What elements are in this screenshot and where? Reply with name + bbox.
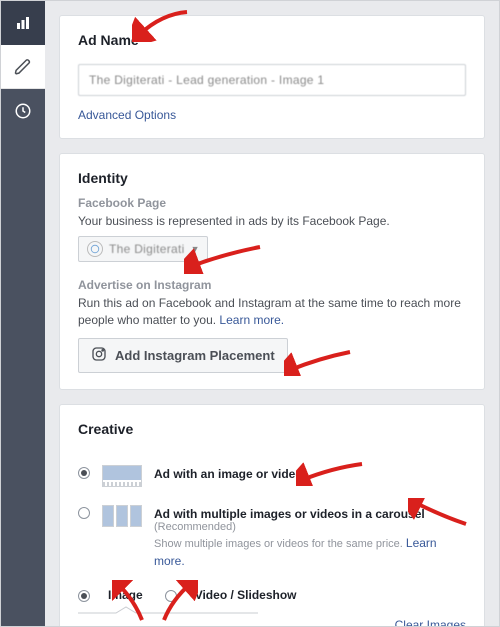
instagram-desc: Run this ad on Facebook and Instagram at… bbox=[78, 295, 466, 329]
chevron-down-icon: ▼ bbox=[191, 244, 200, 254]
facebook-page-selector[interactable]: The Digiterati ▼ bbox=[78, 236, 208, 262]
media-tab-image-label[interactable]: Image bbox=[108, 588, 143, 602]
page-avatar-icon bbox=[87, 241, 103, 257]
thumb-carousel-icon bbox=[102, 505, 142, 527]
carousel-desc: Show multiple images or videos for the s… bbox=[154, 535, 466, 570]
creative-title: Creative bbox=[78, 421, 466, 437]
radio-video-tab[interactable] bbox=[165, 590, 177, 602]
creative-option-carousel-row[interactable]: Ad with multiple images or videos in a c… bbox=[78, 497, 466, 580]
ad-name-input[interactable] bbox=[78, 64, 466, 96]
main-column: Ad Name Advanced Options Identity Facebo… bbox=[45, 1, 499, 626]
creative-option-single-row[interactable]: Ad with an image or video bbox=[78, 457, 466, 497]
media-tab-video-label[interactable]: Video / Slideshow bbox=[195, 588, 297, 602]
identity-card: Identity Facebook Page Your business is … bbox=[59, 153, 485, 390]
ad-editor-frame: Ad Name Advanced Options Identity Facebo… bbox=[0, 0, 500, 627]
instagram-heading: Advertise on Instagram bbox=[78, 278, 466, 292]
page-selector-label: The Digiterati bbox=[109, 242, 185, 256]
creative-card: Creative Ad with an image or video Ad wi… bbox=[59, 404, 485, 626]
clear-images-link[interactable]: Clear Images bbox=[395, 618, 466, 626]
instagram-icon bbox=[91, 346, 107, 365]
thumb-single-icon bbox=[102, 465, 142, 487]
radio-carousel[interactable] bbox=[78, 507, 90, 519]
advanced-options-link[interactable]: Advanced Options bbox=[78, 108, 176, 122]
radio-image-tab[interactable] bbox=[78, 590, 90, 602]
facebook-page-heading: Facebook Page bbox=[78, 196, 466, 210]
creative-option-carousel-label: Ad with multiple images or videos in a c… bbox=[154, 507, 466, 533]
creative-option-single-label: Ad with an image or video bbox=[154, 467, 303, 481]
nav-performance[interactable] bbox=[1, 1, 45, 45]
bar-chart-icon bbox=[14, 14, 32, 32]
media-type-tabs: Image Video / Slideshow bbox=[78, 588, 466, 602]
nav-history[interactable] bbox=[1, 89, 45, 133]
nav-edit[interactable] bbox=[1, 45, 45, 89]
tab-indicator bbox=[78, 606, 466, 612]
facebook-page-desc: Your business is represented in ads by i… bbox=[78, 213, 466, 230]
add-instagram-placement-button[interactable]: Add Instagram Placement bbox=[78, 338, 288, 373]
instagram-learn-more-link[interactable]: Learn more. bbox=[219, 313, 284, 327]
ad-name-title: Ad Name bbox=[78, 32, 466, 48]
left-nav-rail bbox=[1, 1, 45, 626]
identity-title: Identity bbox=[78, 170, 466, 186]
radio-single-image-video[interactable] bbox=[78, 467, 90, 479]
pencil-icon bbox=[14, 58, 32, 76]
recommended-label: (Recommended) bbox=[154, 521, 466, 533]
clock-icon bbox=[14, 102, 32, 120]
add-instagram-placement-label: Add Instagram Placement bbox=[115, 348, 275, 363]
ad-name-card: Ad Name Advanced Options bbox=[59, 15, 485, 139]
